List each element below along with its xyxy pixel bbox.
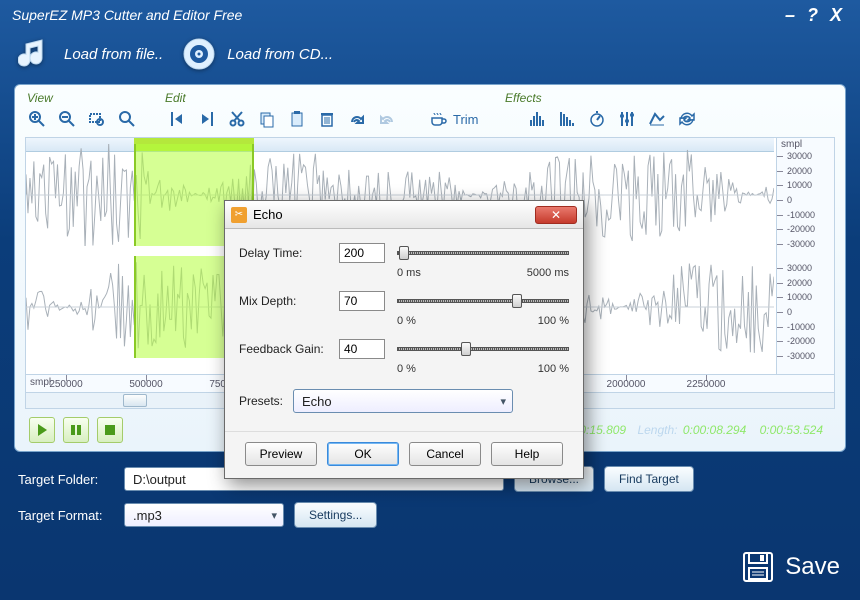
presets-label: Presets: <box>239 394 283 408</box>
load-from-cd[interactable]: Load from CD... <box>181 36 333 72</box>
group-edit: Edit <box>165 91 505 105</box>
toolbar: Trim <box>25 105 835 137</box>
music-note-icon <box>18 36 54 72</box>
ok-button[interactable]: OK <box>327 442 399 466</box>
dialog-titlebar[interactable]: ✂ Echo ✕ <box>225 201 583 229</box>
group-view: View <box>25 91 165 105</box>
preview-button[interactable]: Preview <box>245 442 317 466</box>
delete-icon[interactable] <box>315 107 339 131</box>
fx-speed-icon[interactable] <box>585 107 609 131</box>
delay-slider[interactable] <box>397 246 569 260</box>
help-button[interactable]: Help <box>491 442 563 466</box>
sel-end-icon[interactable] <box>195 107 219 131</box>
cd-icon <box>181 36 217 72</box>
zoom-in-icon[interactable] <box>25 107 49 131</box>
coffee-icon <box>429 110 447 128</box>
trim-button[interactable]: Trim <box>425 110 483 128</box>
trim-label: Trim <box>453 112 479 127</box>
mix-label: Mix Depth: <box>239 294 331 308</box>
load-row: Load from file.. Load from CD... <box>0 30 860 84</box>
undo-icon[interactable] <box>375 107 399 131</box>
mix-slider[interactable] <box>397 294 569 308</box>
echo-dialog: ✂ Echo ✕ Delay Time: 0 ms5000 ms Mix Dep… <box>224 200 584 479</box>
dialog-title: Echo <box>253 207 283 222</box>
toolbar-group-labels: View Edit Effects <box>25 91 835 105</box>
find-target-button[interactable]: Find Target <box>604 466 694 492</box>
load-from-file[interactable]: Load from file.. <box>18 36 163 72</box>
minimize-button[interactable]: – <box>779 5 801 26</box>
app-title: SuperEZ MP3 Cutter and Editor Free <box>12 7 242 23</box>
load-file-label: Load from file.. <box>64 46 163 63</box>
target-format-combo[interactable]: .mp3 <box>124 503 284 527</box>
pause-button[interactable] <box>63 417 89 443</box>
feedback-input[interactable] <box>339 339 385 359</box>
close-button[interactable]: X <box>824 5 848 26</box>
sel-start-icon[interactable] <box>165 107 189 131</box>
delay-label: Delay Time: <box>239 246 331 260</box>
titlebar: SuperEZ MP3 Cutter and Editor Free – ? X <box>0 0 860 30</box>
cancel-button[interactable]: Cancel <box>409 442 481 466</box>
fx-echo-icon[interactable] <box>675 107 699 131</box>
save-button[interactable]: Save <box>741 550 840 584</box>
cut-icon[interactable] <box>225 107 249 131</box>
paste-icon[interactable] <box>285 107 309 131</box>
target-folder-label: Target Folder: <box>18 472 114 487</box>
target-format-label: Target Format: <box>18 508 114 523</box>
delay-input[interactable] <box>339 243 385 263</box>
feedback-slider[interactable] <box>397 342 569 356</box>
feedback-label: Feedback Gain: <box>239 342 331 356</box>
fx-fade-icon[interactable] <box>555 107 579 131</box>
zoom-selection-icon[interactable] <box>85 107 109 131</box>
scissors-icon: ✂ <box>231 207 247 223</box>
redo-icon[interactable] <box>345 107 369 131</box>
mix-input[interactable] <box>339 291 385 311</box>
load-cd-label: Load from CD... <box>227 46 333 63</box>
dialog-close-button[interactable]: ✕ <box>535 206 577 224</box>
zoom-fit-icon[interactable] <box>115 107 139 131</box>
settings-button[interactable]: Settings... <box>294 502 377 528</box>
play-button[interactable] <box>29 417 55 443</box>
zoom-out-icon[interactable] <box>55 107 79 131</box>
fx-envelope-icon[interactable] <box>645 107 669 131</box>
save-icon <box>741 550 775 584</box>
amplitude-ruler: smpl 3000020000100000-10000-20000-300003… <box>776 138 834 374</box>
fx-equalizer-icon[interactable] <box>615 107 639 131</box>
stop-button[interactable] <box>97 417 123 443</box>
fx-amplify-icon[interactable] <box>525 107 549 131</box>
presets-combo[interactable]: Echo <box>293 389 513 413</box>
help-button[interactable]: ? <box>801 5 824 26</box>
copy-icon[interactable] <box>255 107 279 131</box>
group-effects: Effects <box>505 91 705 105</box>
